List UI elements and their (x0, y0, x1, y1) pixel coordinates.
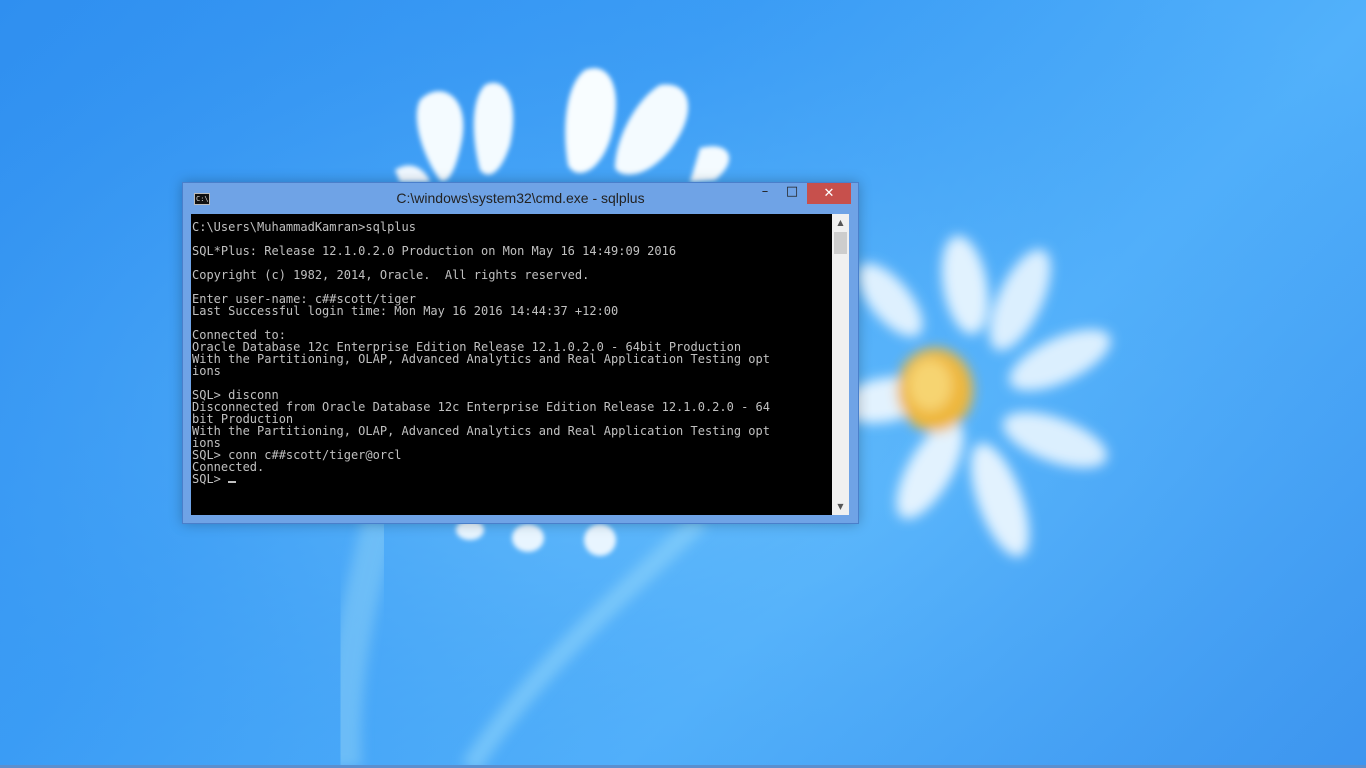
console-line: SQL> conn c##scott/tiger@orcl (192, 448, 402, 462)
scroll-up-arrow-icon[interactable]: ▲ (832, 214, 849, 231)
sql-prompt: SQL> (192, 472, 229, 486)
console-line: Copyright (c) 1982, 2014, Oracle. All ri… (192, 268, 590, 282)
window-titlebar[interactable]: C:\ C:\windows\system32\cmd.exe - sqlplu… (183, 183, 858, 214)
console-line: With the Partitioning, OLAP, Advanced An… (192, 352, 770, 366)
text-cursor (228, 481, 237, 483)
console-line: Connected. (192, 460, 265, 474)
console-line: SQL*Plus: Release 12.1.0.2.0 Production … (192, 244, 677, 258)
console-line: ions (192, 364, 221, 378)
console-line: C:\Users\MuhammadKamran>sqlplus (192, 220, 416, 234)
console-line: With the Partitioning, OLAP, Advanced An… (192, 424, 770, 438)
cmd-window[interactable]: C:\ C:\windows\system32\cmd.exe - sqlplu… (182, 182, 859, 524)
close-button[interactable]: ✕ (807, 183, 851, 204)
scroll-thumb[interactable] (834, 232, 847, 254)
console-output[interactable]: C:\Users\MuhammadKamran>sqlplus SQL*Plus:… (191, 214, 832, 515)
minimize-button[interactable]: – (752, 183, 778, 204)
console-line: Last Successful login time: Mon May 16 2… (192, 304, 619, 318)
scroll-down-arrow-icon[interactable]: ▼ (832, 498, 849, 515)
console-prompt-line[interactable]: SQL> (192, 473, 832, 485)
console-text: C:\Users\MuhammadKamran>sqlplus SQL*Plus:… (191, 214, 832, 485)
maximize-button[interactable]: □ (779, 183, 805, 204)
desktop: C:\ C:\windows\system32\cmd.exe - sqlplu… (0, 0, 1366, 768)
vertical-scrollbar[interactable]: ▲ ▼ (832, 214, 849, 515)
